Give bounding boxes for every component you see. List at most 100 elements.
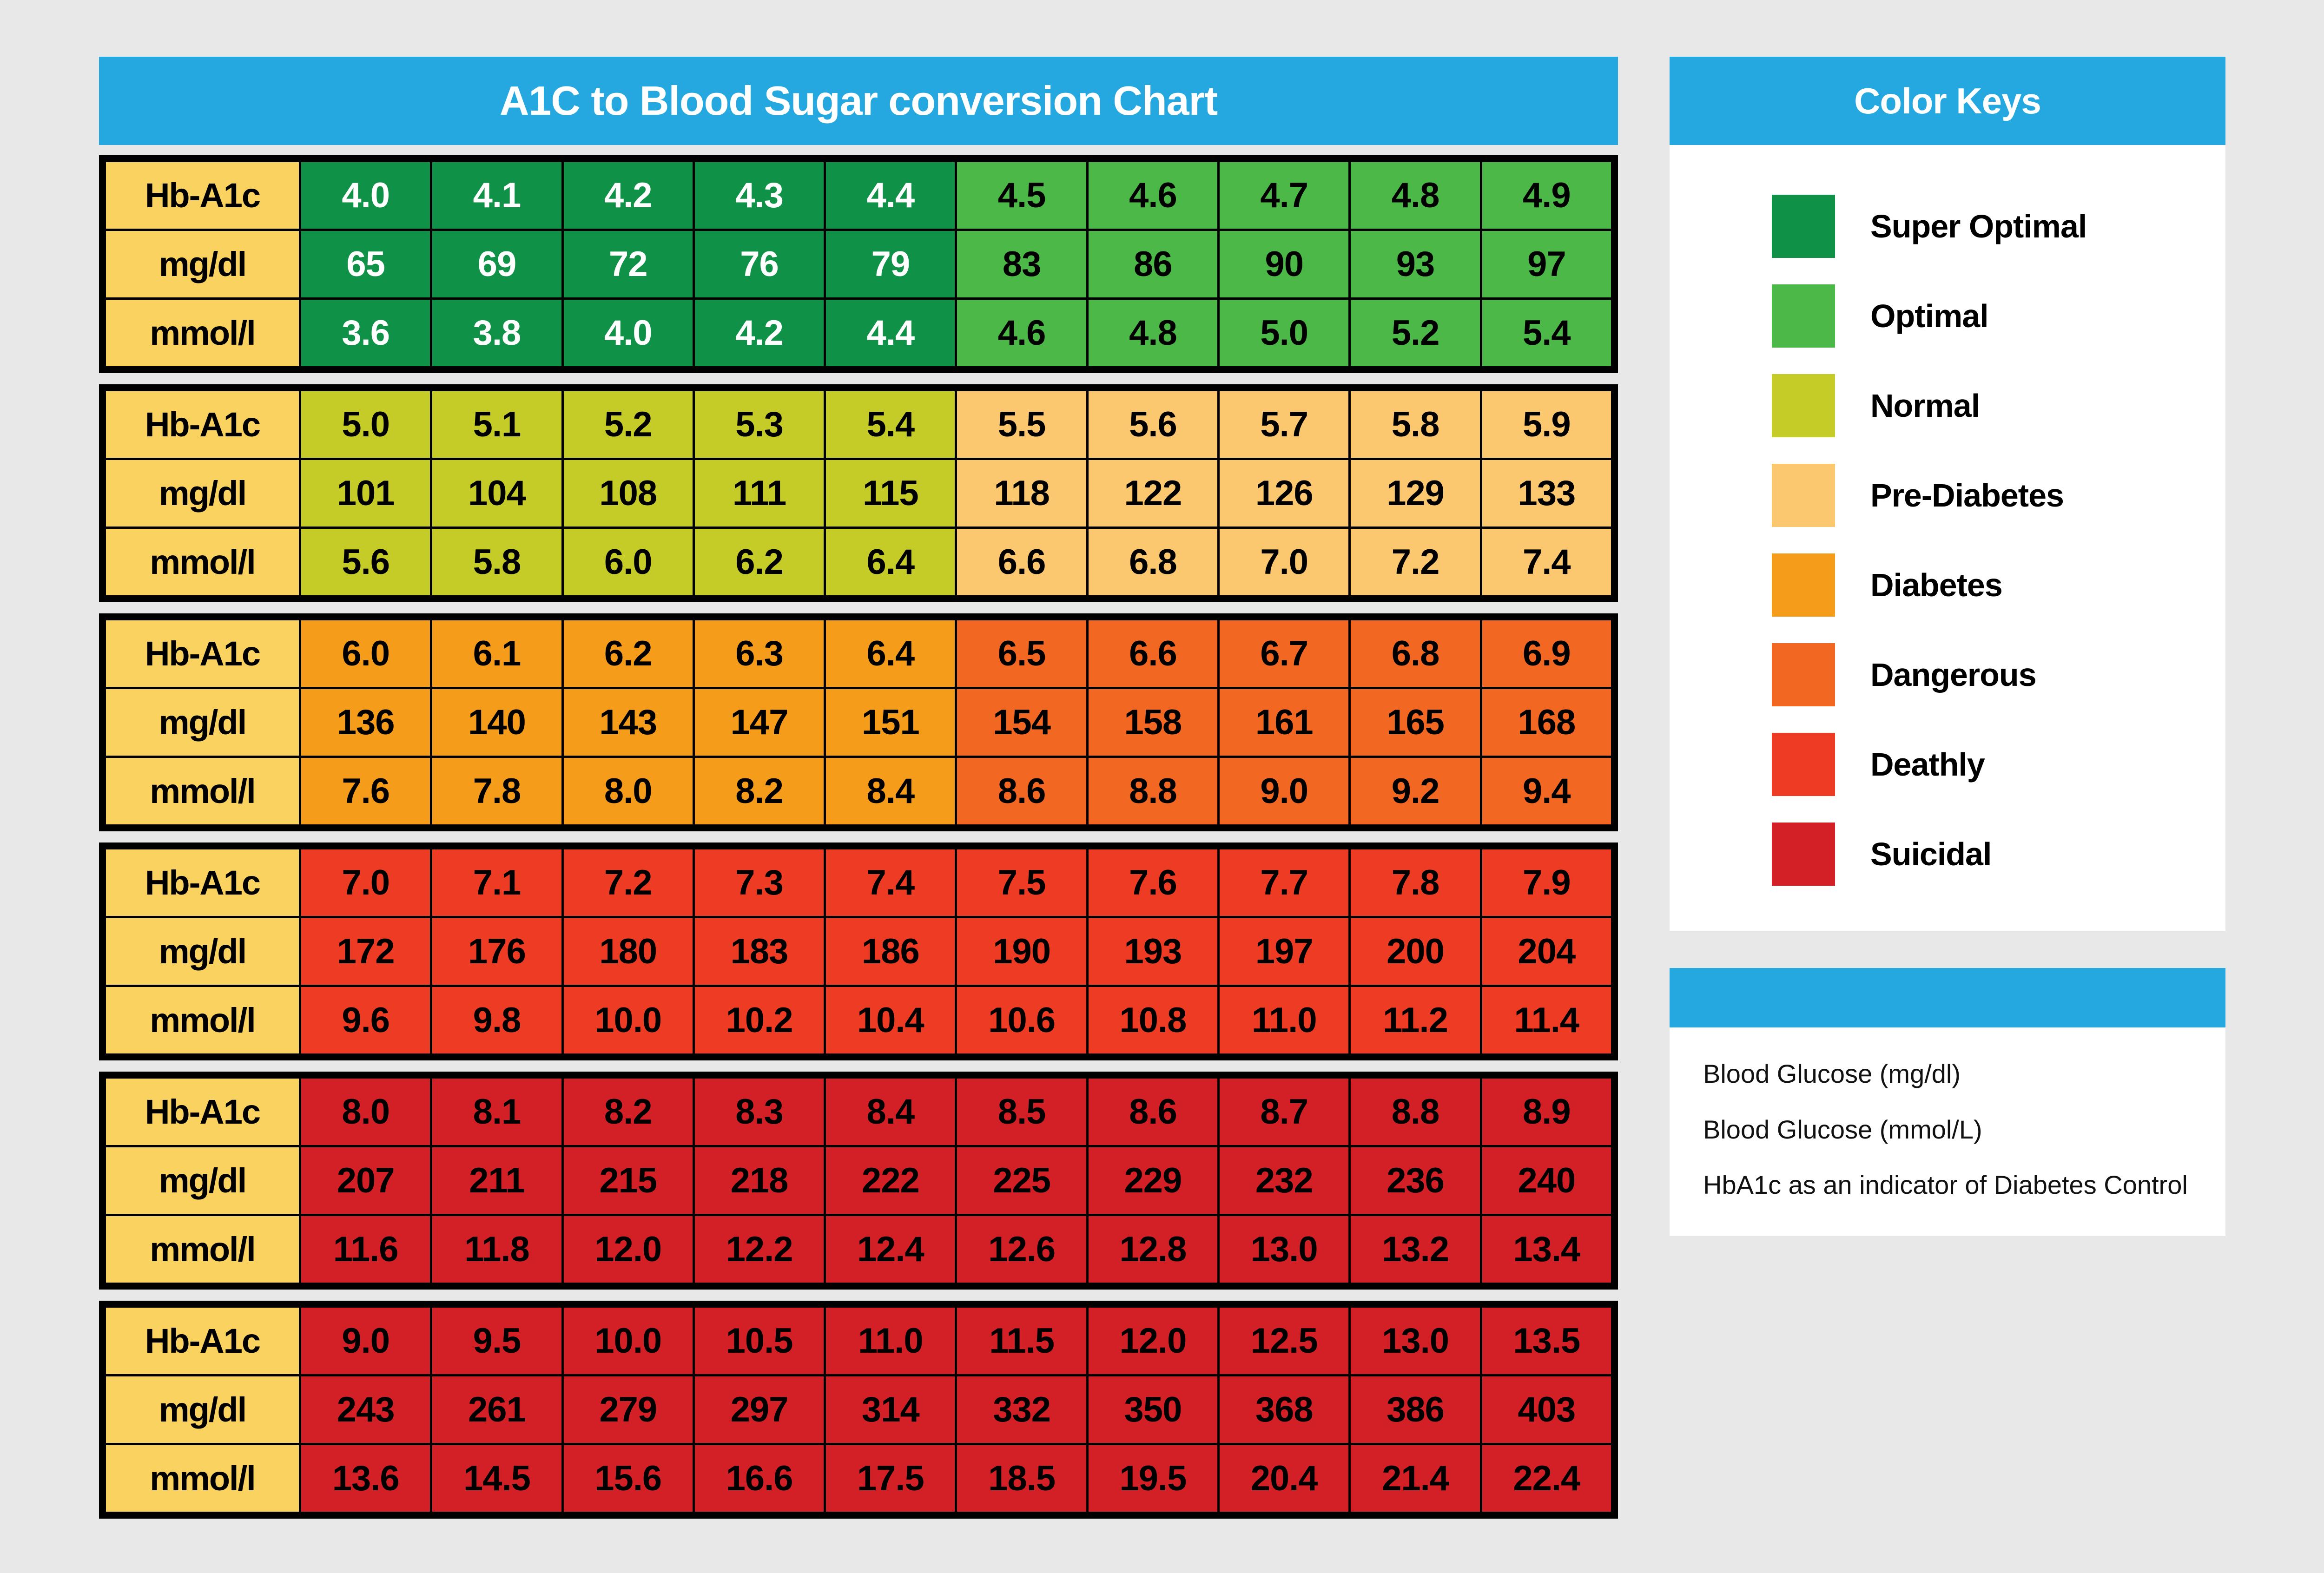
cell-mmol: 18.5 bbox=[955, 1443, 1089, 1514]
row-hb-a1c-label: Hb-A1c bbox=[104, 160, 301, 231]
cell-mmol: 4.6 bbox=[955, 297, 1089, 369]
cell-mgdl: 218 bbox=[692, 1145, 826, 1216]
conversion-chart-panel: A1C to Blood Sugar conversion Chart Hb-A… bbox=[99, 57, 1618, 1530]
table-row: mmol/l 13.6 14.5 15.6 16.6 17.5 18.5 19.5 20.4 21… bbox=[104, 1443, 1614, 1514]
cell-a1c: 5.9 bbox=[1479, 389, 1614, 460]
cell-mgdl: 93 bbox=[1348, 229, 1482, 300]
cell-mgdl: 143 bbox=[561, 687, 695, 758]
page-root: A1C to Blood Sugar conversion Chart Hb-A… bbox=[0, 0, 2324, 1573]
cell-mgdl: 79 bbox=[824, 229, 957, 300]
cell-mmol: 13.2 bbox=[1348, 1214, 1482, 1285]
cell-mgdl: 108 bbox=[561, 458, 695, 529]
table-row: Hb-A1c 5.0 5.1 5.2 5.3 5.4 5.5 5.6 5.7 5.8 5.9 bbox=[104, 389, 1614, 460]
cell-a1c: 4.1 bbox=[430, 160, 564, 231]
cell-mgdl: 403 bbox=[1479, 1374, 1614, 1445]
cell-mgdl: 172 bbox=[298, 916, 433, 987]
cell-mmol: 14.5 bbox=[430, 1443, 564, 1514]
cell-mgdl: 190 bbox=[955, 916, 1089, 987]
cell-mmol: 8.2 bbox=[692, 756, 826, 827]
row-mmol-label: mmol/l bbox=[104, 297, 301, 369]
cell-mmol: 6.0 bbox=[561, 527, 695, 598]
cell-mgdl: 222 bbox=[824, 1145, 957, 1216]
cell-a1c: 10.5 bbox=[692, 1305, 826, 1376]
cell-mmol: 17.5 bbox=[824, 1443, 957, 1514]
cell-a1c: 8.4 bbox=[824, 1076, 957, 1147]
cell-a1c: 5.1 bbox=[430, 389, 564, 460]
table-row: Hb-A1c 7.0 7.1 7.2 7.3 7.4 7.5 7.6 7.7 7.8 7.9 bbox=[104, 847, 1614, 918]
cell-a1c: 8.8 bbox=[1348, 1076, 1482, 1147]
cell-mmol: 11.2 bbox=[1348, 985, 1482, 1056]
cell-a1c: 4.3 bbox=[692, 160, 826, 231]
cell-mgdl: 204 bbox=[1479, 916, 1614, 987]
table-row: mg/dl 172 176 180 183 186 190 193 197 200 204 bbox=[104, 916, 1614, 987]
cell-mmol: 10.6 bbox=[955, 985, 1089, 1056]
legend-label: Dangerous bbox=[1870, 656, 2037, 693]
cell-a1c: 4.4 bbox=[824, 160, 957, 231]
cell-mgdl: 69 bbox=[430, 229, 564, 300]
cell-mmol: 5.8 bbox=[430, 527, 564, 598]
cell-mmol: 11.0 bbox=[1217, 985, 1351, 1056]
legend-item: Pre-Diabetes bbox=[1670, 450, 2225, 540]
cell-mmol: 4.2 bbox=[692, 297, 826, 369]
cell-mmol: 7.8 bbox=[430, 756, 564, 827]
conversion-table: Hb-A1c 6.0 6.1 6.2 6.3 6.4 6.5 6.6 6.7 6.8 6.9 mg/d… bbox=[104, 618, 1614, 827]
cell-mgdl: 126 bbox=[1217, 458, 1351, 529]
cell-mgdl: 186 bbox=[824, 916, 957, 987]
cell-mgdl: 90 bbox=[1217, 229, 1351, 300]
table-row: Hb-A1c 9.0 9.5 10.0 10.5 11.0 11.5 12.0 12.5 13.0… bbox=[104, 1305, 1614, 1376]
conversion-table: Hb-A1c 7.0 7.1 7.2 7.3 7.4 7.5 7.6 7.7 7.8 7.9 mg/d… bbox=[104, 847, 1614, 1056]
cell-mmol: 12.6 bbox=[955, 1214, 1089, 1285]
cell-a1c: 12.0 bbox=[1086, 1305, 1220, 1376]
cell-mgdl: 279 bbox=[561, 1374, 695, 1445]
table-row: mg/dl 207 211 215 218 222 225 229 232 236 240 bbox=[104, 1145, 1614, 1216]
cell-mgdl: 83 bbox=[955, 229, 1089, 300]
cell-a1c: 4.6 bbox=[1086, 160, 1220, 231]
cell-mgdl: 200 bbox=[1348, 916, 1482, 987]
cell-mgdl: 207 bbox=[298, 1145, 433, 1216]
table-row: mg/dl 101 104 108 111 115 118 122 126 129 133 bbox=[104, 458, 1614, 529]
cell-a1c: 6.2 bbox=[561, 618, 695, 689]
cell-a1c: 13.5 bbox=[1479, 1305, 1614, 1376]
table-row: Hb-A1c 4.0 4.1 4.2 4.3 4.4 4.5 4.6 4.7 4.8 4.9 bbox=[104, 160, 1614, 231]
cell-mmol: 19.5 bbox=[1086, 1443, 1220, 1514]
cell-a1c: 7.4 bbox=[824, 847, 957, 918]
row-mmol-label: mmol/l bbox=[104, 1214, 301, 1285]
cell-mgdl: 243 bbox=[298, 1374, 433, 1445]
cell-mgdl: 261 bbox=[430, 1374, 564, 1445]
cell-a1c: 7.3 bbox=[692, 847, 826, 918]
conversion-table: Hb-A1c 5.0 5.1 5.2 5.3 5.4 5.5 5.6 5.7 5.8 5.9 mg/d… bbox=[104, 389, 1614, 598]
cell-mgdl: 86 bbox=[1086, 229, 1220, 300]
legend-item: Dangerous bbox=[1670, 630, 2225, 719]
cell-mgdl: 350 bbox=[1086, 1374, 1220, 1445]
cell-mgdl: 76 bbox=[692, 229, 826, 300]
cell-mgdl: 211 bbox=[430, 1145, 564, 1216]
cell-mmol: 12.0 bbox=[561, 1214, 695, 1285]
legend-swatch-suicidal bbox=[1772, 822, 1835, 886]
cell-mgdl: 147 bbox=[692, 687, 826, 758]
cell-mmol: 9.6 bbox=[298, 985, 433, 1056]
cell-a1c: 7.9 bbox=[1479, 847, 1614, 918]
legend-label: Super Optimal bbox=[1870, 208, 2087, 244]
cell-mmol: 11.6 bbox=[298, 1214, 433, 1285]
cell-mmol: 4.8 bbox=[1086, 297, 1220, 369]
cell-mmol: 13.4 bbox=[1479, 1214, 1614, 1285]
cell-mgdl: 236 bbox=[1348, 1145, 1482, 1216]
legend-label: Diabetes bbox=[1870, 566, 2003, 603]
cell-a1c: 8.3 bbox=[692, 1076, 826, 1147]
cell-mgdl: 197 bbox=[1217, 916, 1351, 987]
cell-mgdl: 154 bbox=[955, 687, 1089, 758]
cell-mgdl: 158 bbox=[1086, 687, 1220, 758]
legend-label: Optimal bbox=[1870, 297, 1989, 334]
cell-mmol: 5.6 bbox=[298, 527, 433, 598]
cell-mmol: 12.8 bbox=[1086, 1214, 1220, 1285]
legend-swatch-optimal bbox=[1772, 284, 1835, 348]
cell-mmol: 6.2 bbox=[692, 527, 826, 598]
cell-mmol: 22.4 bbox=[1479, 1443, 1614, 1514]
chart-blocks: Hb-A1c 4.0 4.1 4.2 4.3 4.4 4.5 4.6 4.7 4.8 4.9 mg/d… bbox=[99, 155, 1618, 1519]
cell-a1c: 4.7 bbox=[1217, 160, 1351, 231]
cell-a1c: 6.4 bbox=[824, 618, 957, 689]
cell-mgdl: 151 bbox=[824, 687, 957, 758]
table-row: mg/dl 65 69 72 76 79 83 86 90 93 97 bbox=[104, 229, 1614, 300]
cell-mgdl: 386 bbox=[1348, 1374, 1482, 1445]
cell-a1c: 8.5 bbox=[955, 1076, 1089, 1147]
